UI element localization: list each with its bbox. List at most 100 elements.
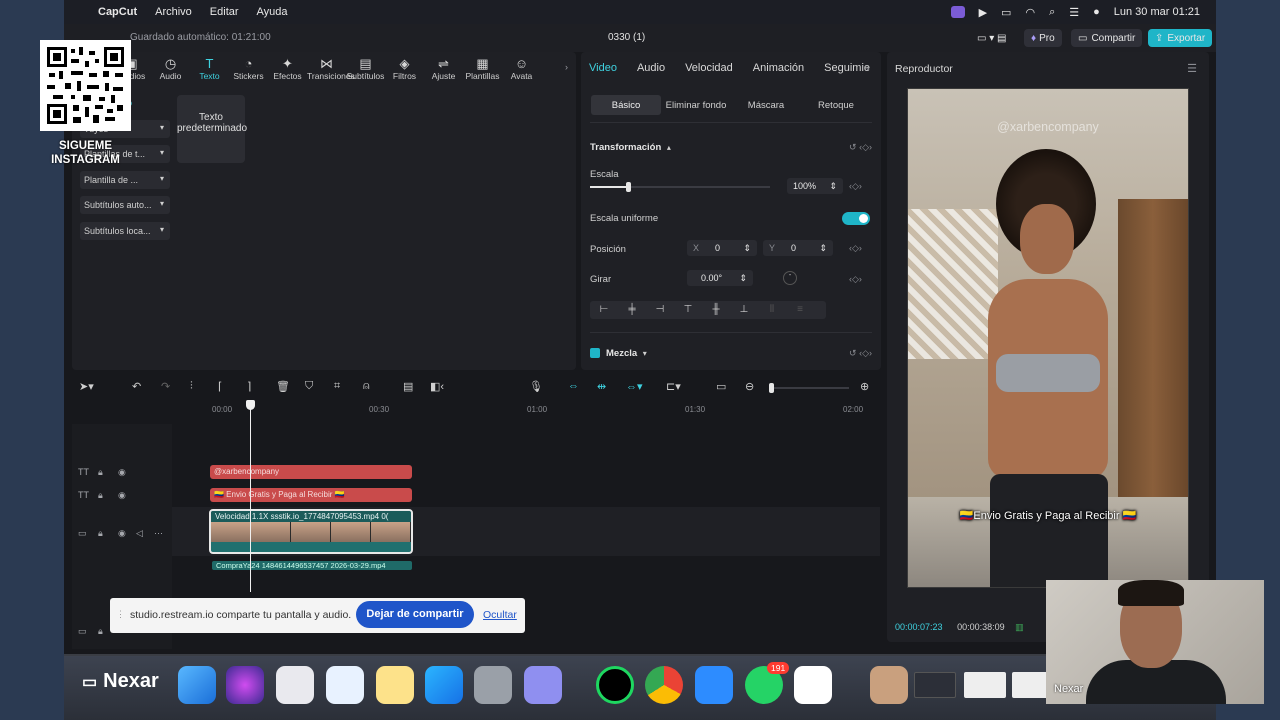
- keyframe-icon[interactable]: ‹◇›: [849, 274, 862, 285]
- clock[interactable]: Lun 30 mar 01:21: [1114, 6, 1200, 18]
- lock-icon[interactable]: 🔒︎: [98, 467, 103, 478]
- tabs-scroll-right-icon[interactable]: ›: [866, 63, 869, 74]
- share-button[interactable]: ▭ Compartir: [1071, 29, 1143, 47]
- text-clip[interactable]: 🇨🇴 Envio Gratis y Paga al Recibir 🇨🇴: [210, 488, 412, 502]
- play-status-icon[interactable]: ▶: [979, 6, 987, 19]
- scale-slider-track[interactable]: [590, 182, 770, 192]
- hide-link[interactable]: Ocultar: [483, 609, 517, 621]
- subtab-basico[interactable]: Básico: [591, 95, 661, 115]
- eye-icon[interactable]: ◉: [118, 467, 126, 478]
- position-y-field[interactable]: Y 0 ⇕: [763, 240, 833, 256]
- distribute-h-icon[interactable]: ⫴: [758, 301, 786, 319]
- media-tab-avata[interactable]: ☺ Avata: [502, 56, 541, 81]
- media-tab-filtros[interactable]: ◈ Filtros: [385, 56, 424, 81]
- window-thumbnail[interactable]: [914, 672, 956, 698]
- safari-icon[interactable]: [326, 666, 364, 704]
- scale-slider-handle[interactable]: [625, 182, 631, 192]
- align-center-v-icon[interactable]: ╫: [702, 301, 730, 319]
- zoom-slider[interactable]: [769, 383, 849, 393]
- pro-button[interactable]: ♦ Pro: [1024, 29, 1062, 47]
- settings-icon[interactable]: [474, 666, 512, 704]
- trim-right-icon[interactable]: ⌉: [247, 380, 251, 393]
- menu-archivo[interactable]: Archivo: [155, 6, 192, 18]
- blend-checkbox[interactable]: [590, 348, 600, 358]
- control-center-icon[interactable]: ☰: [1069, 6, 1079, 19]
- siri-icon[interactable]: [226, 666, 264, 704]
- redo-icon[interactable]: ↷: [161, 380, 170, 393]
- tab-seguimiento[interactable]: Seguimie: [824, 62, 870, 74]
- wifi-icon[interactable]: ◠: [1025, 6, 1035, 19]
- screen-share-icon[interactable]: [950, 6, 965, 18]
- media-tab-subtítulos[interactable]: ▤ Subtítulos: [346, 56, 385, 81]
- timeline-ruler[interactable]: 00:00 00:30 01:00 01:30 02:00: [72, 402, 880, 420]
- app-store-icon[interactable]: [425, 666, 463, 704]
- zoom-in-icon[interactable]: ⊕: [860, 380, 869, 393]
- crop-icon[interactable]: ⌗: [334, 380, 340, 393]
- undo-icon[interactable]: ↶: [132, 380, 141, 393]
- zoom-out-icon[interactable]: ⊖: [745, 380, 754, 393]
- capcut-dock-icon[interactable]: [794, 666, 832, 704]
- tab-video[interactable]: Video: [589, 62, 617, 74]
- notes-icon[interactable]: [376, 666, 414, 704]
- chrome-icon[interactable]: [645, 666, 683, 704]
- window-thumbnail[interactable]: [1012, 672, 1048, 698]
- menu-icon[interactable]: ☰: [1187, 62, 1197, 75]
- mute-icon[interactable]: ◁: [136, 528, 143, 539]
- video-preview[interactable]: @xarbencompany 🇨🇴Envio Gratis y Paga al …: [907, 88, 1189, 588]
- distribute-v-icon[interactable]: ≡: [786, 301, 814, 319]
- subtab-mascara[interactable]: Máscara: [731, 95, 801, 115]
- align-right-icon[interactable]: ⊣: [646, 301, 674, 319]
- media-tab-plantillas[interactable]: ▦ Plantillas: [463, 56, 502, 81]
- playhead-handle[interactable]: [246, 400, 255, 410]
- simulator-icon[interactable]: [524, 666, 562, 704]
- subtab-eliminar-fondo[interactable]: Eliminar fondo: [661, 95, 731, 115]
- media-tab-texto[interactable]: T Texto: [190, 56, 229, 81]
- link-icon[interactable]: ⇹: [597, 380, 606, 393]
- export-button[interactable]: ⇪ Exportar: [1148, 29, 1213, 47]
- audio-clip[interactable]: CompraYa24 1484614496537457 2026-03-29.m…: [212, 561, 412, 570]
- auto-edit-icon[interactable]: ⍝: [363, 380, 370, 393]
- mark-icon[interactable]: ⛉: [305, 380, 313, 393]
- trim-left-icon[interactable]: ⌈: [218, 380, 222, 393]
- keyframe-icon[interactable]: ‹◇›: [849, 243, 862, 254]
- chevron-up-icon[interactable]: ▴: [667, 143, 671, 152]
- layout-icon[interactable]: ▭ ▾ ▤: [970, 29, 1013, 47]
- more-icon[interactable]: ⋯: [154, 528, 163, 539]
- stop-sharing-button[interactable]: Dejar de compartir: [356, 601, 474, 628]
- text-clip[interactable]: @xarbencompany: [210, 465, 412, 479]
- stepper-icon[interactable]: ⇕: [739, 273, 747, 284]
- subtitle-icon[interactable]: ▤: [403, 380, 413, 393]
- playhead[interactable]: [250, 402, 251, 592]
- spotify-icon[interactable]: [596, 666, 634, 704]
- position-x-field[interactable]: X 0 ⇕: [687, 240, 757, 256]
- text-category-item[interactable]: Subtítulos auto... ▾: [80, 196, 170, 214]
- text-category-item[interactable]: Subtítulos loca... ▾: [80, 221, 170, 240]
- default-text-card[interactable]: Texto predeterminado: [177, 95, 247, 163]
- lock-icon[interactable]: 🔒︎: [98, 626, 103, 637]
- subtab-retoque[interactable]: Retoque: [801, 95, 871, 115]
- microphone-icon[interactable]: 🎙: [529, 380, 543, 393]
- media-tab-audio[interactable]: ◷ Audio: [151, 56, 190, 81]
- rotate-value-field[interactable]: 0.00° ⇕: [687, 270, 753, 286]
- keyframe-icon[interactable]: ↺ ‹◇›: [849, 348, 872, 359]
- align-center-h-icon[interactable]: ╪: [618, 301, 646, 319]
- stepper-icon[interactable]: ⇕: [819, 243, 827, 254]
- scale-value-field[interactable]: 100% ⇕: [787, 178, 843, 194]
- keyframe-icon[interactable]: ↺ ‹◇›: [849, 142, 872, 153]
- stepper-icon[interactable]: ⇕: [743, 243, 751, 254]
- select-tool-icon[interactable]: ➤▾: [79, 380, 94, 393]
- keyframe-icon[interactable]: ‹◇›: [849, 181, 862, 192]
- finder-icon[interactable]: [178, 666, 216, 704]
- media-tab-efectos[interactable]: ✦ Efectos: [268, 56, 307, 81]
- media-tab-stickers[interactable]: ◔ Stickers: [229, 56, 268, 81]
- tab-velocidad[interactable]: Velocidad: [685, 62, 733, 74]
- preview-axis-icon[interactable]: ⇔▾: [626, 380, 643, 393]
- main-video-clip[interactable]: Velocidad 1.1X ssstik.io_1774847095453.m…: [209, 509, 413, 554]
- snap-icon[interactable]: ⊏▾: [666, 380, 681, 393]
- recent-file-icon[interactable]: [870, 666, 908, 704]
- eye-icon[interactable]: ◉: [118, 528, 126, 539]
- align-bottom-icon[interactable]: ⊥: [730, 301, 758, 319]
- transform-heading[interactable]: Transformación: [590, 142, 661, 153]
- tabs-scroll-right-icon[interactable]: ›: [565, 62, 568, 72]
- text-category-item[interactable]: Plantilla de ... ▾: [80, 170, 170, 189]
